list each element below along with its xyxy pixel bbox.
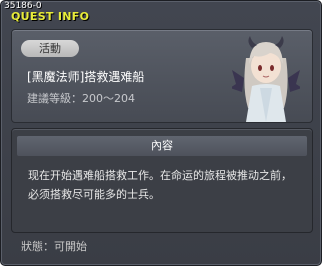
required-level: 建議等級：200～204	[27, 92, 135, 105]
quest-info-window: 35186-0 QUEST INFO 活動 [黑魔法师]搭救遇难船 建議等級：2…	[0, 0, 322, 266]
quest-status: 狀態：可開始	[21, 240, 87, 253]
quest-name: [黑魔法师]搭救遇难船	[27, 70, 145, 84]
quest-content-panel: 內容 现在开始遇难船搭救工作。在命运的旅程被推动之前，必须搭救尽可能多的士兵。	[11, 128, 313, 233]
quest-header-panel: 活動 [黑魔法师]搭救遇难船 建議等級：200～204	[11, 29, 313, 123]
window-title: QUEST INFO	[11, 10, 90, 23]
quest-description: 现在开始遇难船搭救工作。在命运的旅程被推动之前，必须搭救尽可能多的士兵。	[28, 169, 292, 201]
npc-portrait-icon	[232, 36, 300, 122]
content-header: 內容	[17, 136, 307, 156]
category-badge: 活動	[21, 40, 79, 57]
